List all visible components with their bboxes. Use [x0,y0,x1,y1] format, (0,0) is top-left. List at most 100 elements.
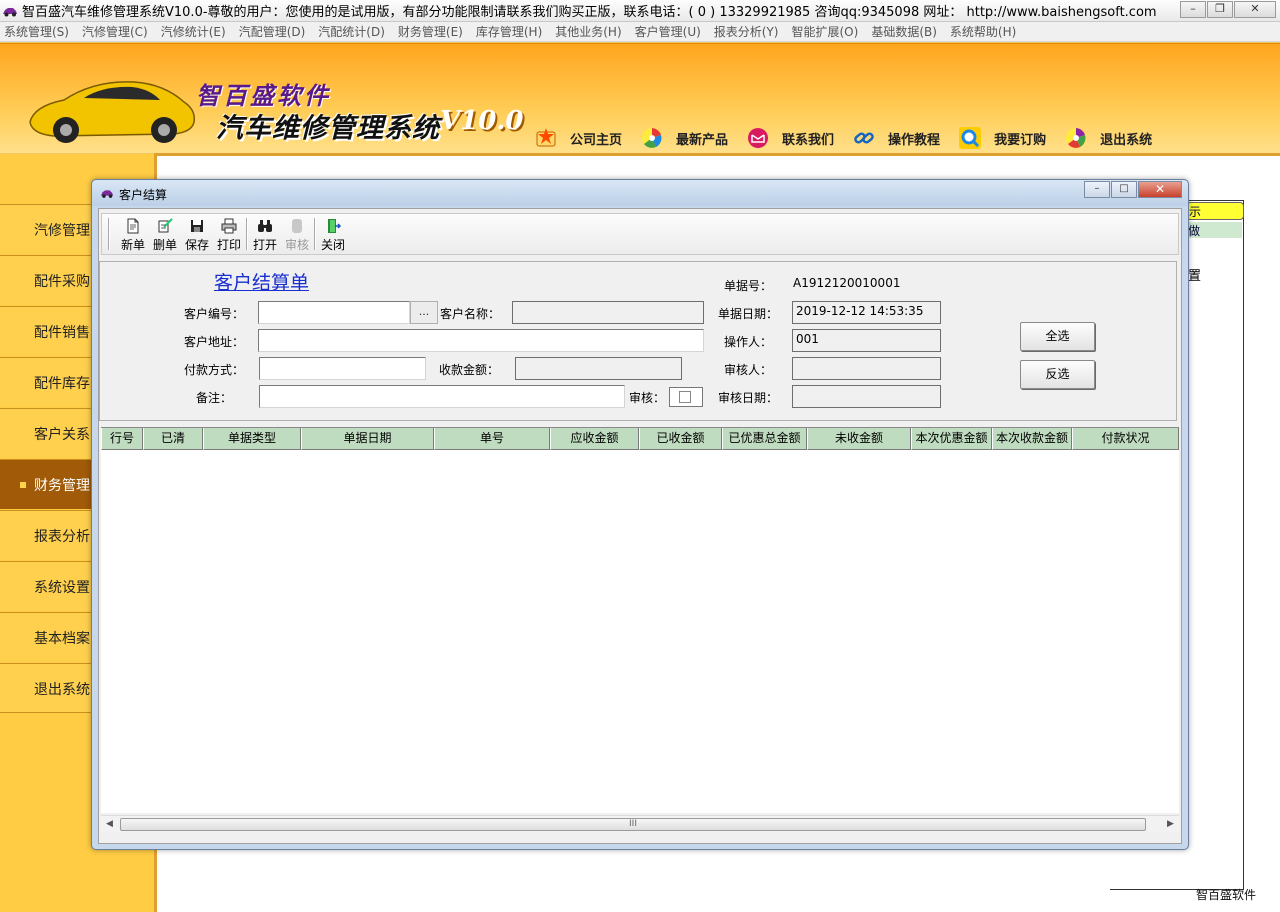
menu-repair-stats[interactable]: 汽修统计(E) [161,23,226,40]
toolbar-separator [246,218,248,250]
scroll-right-icon[interactable]: ▶ [1162,816,1179,833]
close-button[interactable]: ✕ [1234,1,1276,18]
open-button[interactable]: 打开 [250,218,280,252]
customer-name-label: 客户名称： [440,307,501,321]
audit-icon [292,219,302,233]
menu-customer[interactable]: 客户管理(U) [635,23,701,40]
menu-parts-stats[interactable]: 汽配统计(D) [318,23,385,40]
toolbar: 新单 删单 保存 打印 打开 审核 关闭 [101,213,1179,255]
nav-tutorial[interactable]: 操作教程 [852,126,940,150]
audit-label: 审核： [629,391,666,405]
nav-home[interactable]: 公司主页 [534,126,622,150]
col-received[interactable]: 已收金额 [639,428,722,450]
payment-method-input[interactable] [259,357,426,380]
checkbox-box [679,391,691,403]
dialog-body: 新单 删单 保存 打印 打开 审核 关闭 客户结算单 单据号： A1912120… [98,208,1182,844]
col-this-discount[interactable]: 本次优惠金额 [911,428,992,450]
menu-other[interactable]: 其他业务(H) [555,23,621,40]
scroll-thumb[interactable]: III [120,818,1146,831]
col-unreceived[interactable]: 未收金额 [807,428,911,450]
address-input[interactable] [258,329,704,352]
dialog-maximize-button[interactable]: □ [1111,181,1137,198]
print-icon [221,218,237,234]
col-this-payment[interactable]: 本次收款金额 [992,428,1072,450]
top-nav: 公司主页 最新产品 联系我们 操作教程 我要订购 退出系统 [534,126,1170,150]
save-icon [191,220,203,232]
col-doc-date[interactable]: 单据日期 [301,428,434,450]
audit-checkbox[interactable] [669,387,703,407]
background-text: 置 [1188,269,1202,284]
dialog-minimize-button[interactable]: – [1084,181,1110,198]
delete-doc-button[interactable]: 删单 [150,218,180,252]
background-tag-green: 做 [1186,222,1242,238]
customer-code-input[interactable] [258,301,410,324]
col-discount-total[interactable]: 已优惠总金额 [722,428,807,450]
doc-date-label: 单据日期： [718,307,779,321]
nav-products[interactable]: 最新产品 [640,126,728,150]
nav-contact[interactable]: 联系我们 [746,126,834,150]
select-all-button[interactable]: 全选 [1020,322,1095,351]
menu-repair[interactable]: 汽修管理(C) [82,23,148,40]
invert-selection-button[interactable]: 反选 [1020,360,1095,389]
doc-date-field: 2019-12-12 14:53:35 [792,301,941,324]
delete-doc-icon [158,218,173,233]
brand-product: 汽车维修管理系统 [216,113,440,144]
close-dialog-button[interactable]: 关闭 [318,218,348,252]
colorwheel-icon [642,128,663,148]
audit-date-label: 审核日期： [718,391,779,405]
settlement-grid[interactable]: 行号 已清 单据类型 单据日期 单号 应收金额 已收金额 已优惠总金额 未收金额… [101,427,1179,813]
doc-no-value: A1912120010001 [793,276,901,290]
col-cleared[interactable]: 已清 [143,428,203,450]
operator-label: 操作人： [724,335,773,349]
dialog-title-bar[interactable]: 客户结算 – □ ✕ [92,180,1188,206]
print-button[interactable]: 打印 [214,218,244,252]
nav-order[interactable]: 我要订购 [958,126,1046,150]
new-doc-icon [127,218,139,234]
address-label: 客户地址： [184,335,245,349]
menu-basic-data[interactable]: 基础数据(B) [871,23,937,40]
auditor-field [792,357,941,380]
customer-settlement-dialog: 客户结算 – □ ✕ 新单 删单 保存 打印 打开 审核 关闭 客户结算单 单据… [91,179,1189,850]
menu-bar: 系统管理(S) 汽修管理(C) 汽修统计(E) 汽配管理(D) 汽配统计(D) … [0,22,1280,42]
horizontal-scrollbar[interactable]: ◀ III ▶ [101,815,1179,832]
col-receivable[interactable]: 应收金额 [550,428,639,450]
menu-help[interactable]: 系统帮助(H) [950,23,1016,40]
col-payment-status[interactable]: 付款状况 [1072,428,1179,450]
amount-label: 收款金额： [439,363,500,377]
toolbar-separator [314,218,316,250]
operator-field: 001 [792,329,941,352]
menu-parts[interactable]: 汽配管理(D) [239,23,306,40]
col-row-no[interactable]: 行号 [101,428,143,450]
customer-browse-button[interactable]: ... [410,301,438,324]
col-doc-type[interactable]: 单据类型 [203,428,301,450]
menu-reports[interactable]: 报表分析(Y) [714,23,779,40]
minimize-button[interactable]: – [1180,1,1206,18]
dialog-close-button[interactable]: ✕ [1138,181,1182,198]
save-button[interactable]: 保存 [182,218,212,252]
exit-door-icon [328,219,341,233]
payment-label: 付款方式： [184,363,245,377]
window-title-bar[interactable]: 智百盛汽车维修管理系统V10.0-尊敬的用户：您使用的是试用版，有部分功能限制请… [0,0,1280,22]
menu-smart[interactable]: 智能扩展(O) [792,23,859,40]
header-banner: 智百盛软件 汽车维修管理系统 V10.0 公司主页 最新产品 联系我们 操作教程… [0,43,1280,153]
col-doc-no[interactable]: 单号 [434,428,550,450]
menu-inventory[interactable]: 库存管理(H) [476,23,542,40]
brand-version: V10.0 [440,106,524,136]
menu-finance[interactable]: 财务管理(E) [398,23,463,40]
amount-field [515,357,682,380]
settlement-form: 客户结算单 单据号： A1912120010001 客户编号： ... 客户名称… [99,261,1177,421]
audit-button[interactable]: 审核 [282,218,312,252]
new-doc-button[interactable]: 新单 [118,218,148,252]
menu-system[interactable]: 系统管理(S) [4,23,69,40]
scroll-left-icon[interactable]: ◀ [101,816,118,833]
app-car-icon [3,7,17,16]
chain-link-icon [854,132,874,144]
nav-exit[interactable]: 退出系统 [1064,126,1152,150]
grid-header: 行号 已清 单据类型 单据日期 单号 应收金额 已收金额 已优惠总金额 未收金额… [101,428,1179,450]
background-tag-yellow: 示 [1186,202,1244,220]
remark-input[interactable] [259,385,625,408]
maximize-button[interactable]: ❐ [1207,1,1233,18]
auditor-label: 审核人： [724,363,773,377]
contact-icon [748,128,769,148]
exit-colorwheel-icon [1066,128,1087,148]
